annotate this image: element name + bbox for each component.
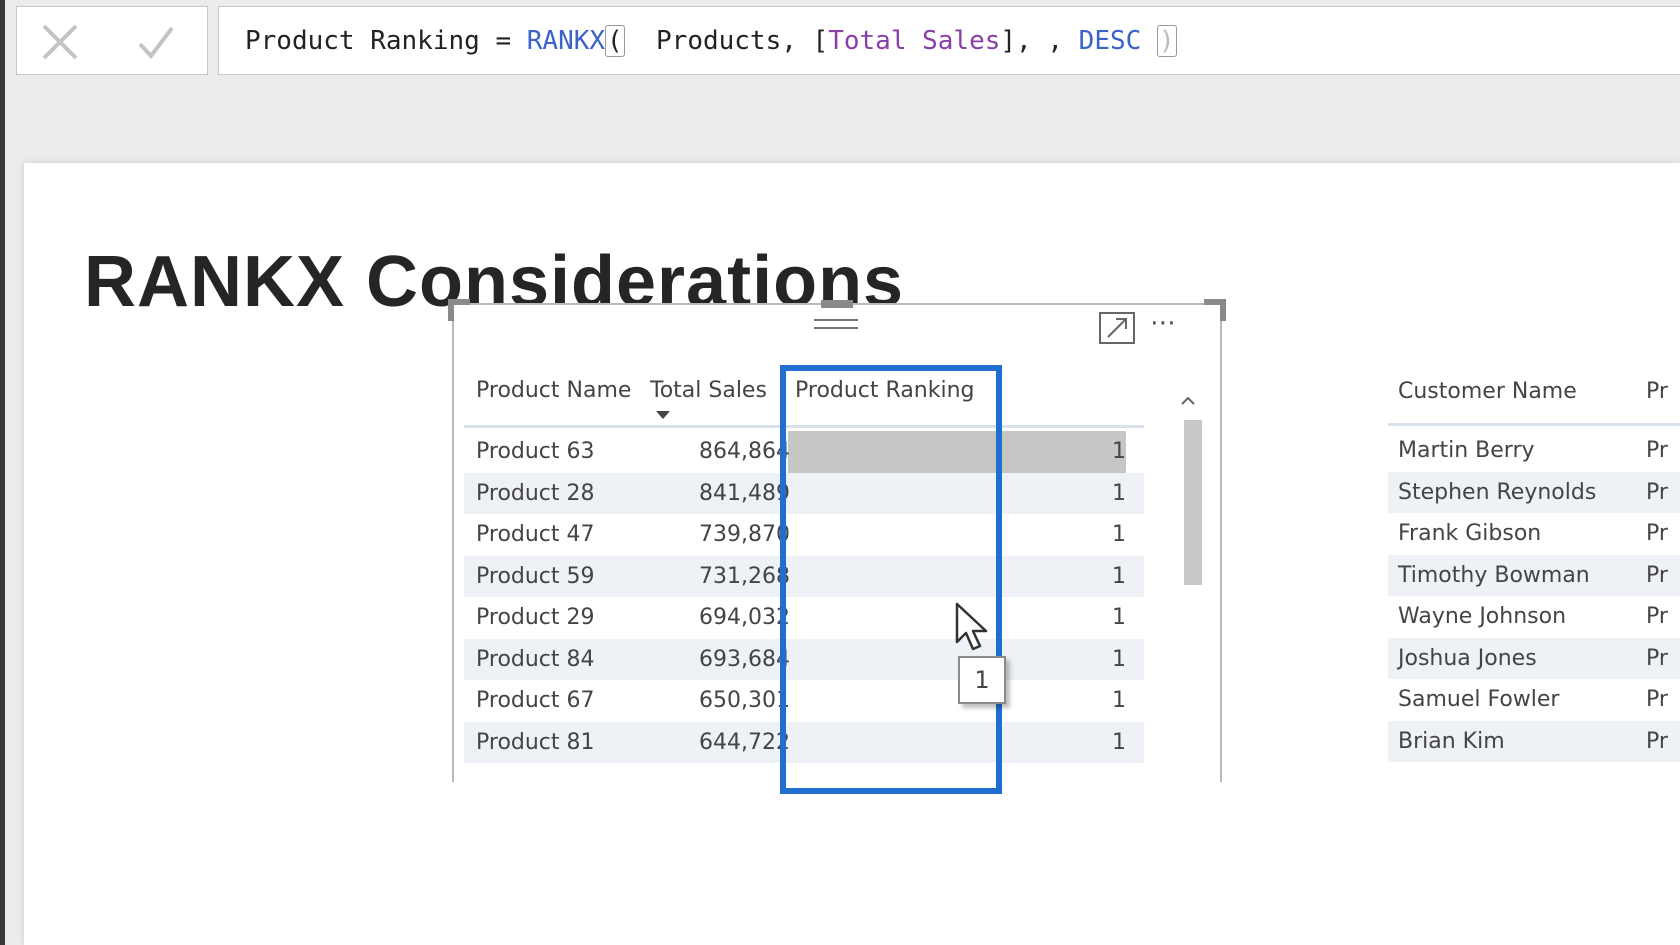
total-sales-cell: 739,870 (699, 522, 790, 547)
customer-name-cell: Frank Gibson (1398, 521, 1542, 546)
total-sales-cell: 731,268 (699, 563, 790, 589)
formula-order-arg: DESC (1078, 25, 1142, 56)
table-row[interactable]: Product 28 841,489 1 (464, 472, 1144, 514)
table-row[interactable]: Frank Gibson Pr (1388, 513, 1680, 555)
customer-name-cell: Joshua Jones (1398, 645, 1537, 671)
header-divider (1388, 423, 1680, 426)
total-sales-cell: 694,032 (699, 605, 790, 630)
vertical-scrollbar-thumb[interactable] (1184, 420, 1202, 585)
table-body: Product 63 864,864 1 Product 28 841,489 … (464, 431, 1144, 763)
more-options-button[interactable]: ⋯ (1150, 310, 1194, 343)
total-sales-cell: 864,864 (699, 439, 790, 464)
product-ranking-cell: 1 (1112, 439, 1126, 464)
product-ranking-cell: 1 (1112, 480, 1126, 506)
product-name-cell: Product 29 (476, 605, 595, 630)
column-header-product-ranking[interactable]: Product Ranking (795, 378, 975, 403)
table-row[interactable]: Wayne Johnson Pr (1388, 596, 1680, 638)
column-header-product[interactable]: Pr (1646, 379, 1668, 404)
total-sales-cell: 644,722 (699, 729, 790, 755)
table-row[interactable]: Joshua Jones Pr (1388, 637, 1680, 679)
resize-handle-top-left[interactable] (448, 299, 470, 321)
formula-open-paren: ( (605, 24, 625, 57)
table-row[interactable]: Product 84 693,684 1 (464, 638, 1144, 680)
resize-handle-top-right[interactable] (1204, 299, 1226, 321)
resize-handle-top[interactable] (821, 300, 853, 308)
window-edge (0, 0, 5, 945)
formula-measure-name: Product Ranking = (245, 25, 527, 56)
table-row[interactable]: Timothy Bowman Pr (1388, 554, 1680, 596)
customer-name-cell: Stephen Reynolds (1398, 479, 1597, 505)
total-sales-cell: 841,489 (699, 480, 790, 506)
formula-space (1141, 26, 1157, 56)
formula-table-arg: Products, [ (624, 25, 829, 56)
product-cell: Pr (1646, 521, 1668, 546)
table-row[interactable]: Brian Kim Pr (1388, 720, 1680, 762)
table-row[interactable]: Product 29 694,032 1 (464, 597, 1144, 639)
expand-icon (1099, 312, 1135, 344)
checkmark-icon (138, 26, 174, 60)
column-header-product-name[interactable]: Product Name (476, 378, 631, 403)
table-row[interactable]: Product 81 644,722 1 (464, 721, 1144, 763)
cancel-formula-button[interactable] (35, 21, 85, 63)
product-name-cell: Product 47 (476, 522, 595, 547)
customer-name-cell: Martin Berry (1398, 438, 1535, 463)
drag-grip-icon[interactable] (814, 319, 858, 335)
table-row[interactable]: Samuel Fowler Pr (1388, 679, 1680, 721)
chevron-up-icon (1181, 396, 1195, 405)
product-name-cell: Product 63 (476, 439, 595, 464)
value-tooltip: 1 (958, 656, 1006, 704)
header-divider (464, 425, 1144, 428)
product-name-cell: Product 28 (476, 480, 595, 506)
formula-middle: ], , (1000, 25, 1079, 56)
commit-formula-button[interactable] (131, 21, 181, 63)
product-ranking-cell: 1 (1112, 729, 1126, 755)
customer-name-cell: Samuel Fowler (1398, 687, 1560, 712)
product-name-cell: Product 59 (476, 563, 595, 589)
hovered-cell-background (788, 431, 1126, 473)
table-row[interactable]: Stephen Reynolds Pr (1388, 471, 1680, 513)
product-cell: Pr (1646, 687, 1668, 712)
focus-mode-button[interactable] (1098, 311, 1136, 345)
mouse-pointer-icon (955, 602, 988, 651)
product-name-cell: Product 84 (476, 646, 595, 672)
table-row[interactable]: Martin Berry Pr (1388, 430, 1680, 472)
scroll-up-button[interactable] (1178, 391, 1198, 411)
customer-name-cell: Brian Kim (1398, 728, 1505, 754)
column-header-total-sales[interactable]: Total Sales (650, 378, 767, 403)
product-cell: Pr (1646, 728, 1668, 754)
formula-input[interactable]: Product Ranking = RANKX( Products, [Tota… (218, 6, 1680, 75)
product-ranking-cell: 1 (1112, 646, 1126, 672)
product-cell: Pr (1646, 645, 1668, 671)
formula-buttons (16, 6, 208, 75)
product-cell: Pr (1646, 562, 1668, 588)
table-row[interactable]: Product 63 864,864 1 (464, 431, 1144, 473)
product-ranking-cell: 1 (1112, 522, 1126, 547)
product-cell: Pr (1646, 604, 1668, 629)
product-cell: Pr (1646, 438, 1668, 463)
table-row[interactable]: Product 47 739,870 1 (464, 514, 1144, 556)
customer-table-body: Martin Berry Pr Stephen Reynolds Pr Fran… (1388, 430, 1680, 762)
product-name-cell: Product 81 (476, 729, 595, 755)
customer-table-visual[interactable]: Customer Name Pr Martin Berry Pr Stephen… (1388, 303, 1680, 782)
table-visual[interactable]: ⋯ Product Name Total Sales Product Ranki… (448, 299, 1226, 794)
customer-name-cell: Timothy Bowman (1398, 562, 1590, 588)
product-ranking-cell: 1 (1112, 563, 1126, 589)
product-cell: Pr (1646, 479, 1668, 505)
product-name-cell: Product 67 (476, 688, 595, 713)
table-row[interactable]: Product 59 731,268 1 (464, 555, 1144, 597)
formula-column-arg: Total Sales (828, 25, 1001, 56)
product-ranking-cell: 1 (1112, 605, 1126, 630)
sort-descending-icon (656, 411, 670, 419)
formula-function: RANKX (526, 25, 606, 56)
table-row[interactable]: Product 67 650,301 1 (464, 680, 1144, 722)
close-icon (42, 24, 78, 60)
total-sales-cell: 693,684 (699, 646, 790, 672)
column-header-customer-name[interactable]: Customer Name (1398, 379, 1577, 404)
total-sales-cell: 650,301 (699, 688, 790, 713)
product-ranking-cell: 1 (1112, 688, 1126, 713)
customer-name-cell: Wayne Johnson (1398, 604, 1567, 629)
formula-close-paren: ) (1156, 24, 1177, 57)
